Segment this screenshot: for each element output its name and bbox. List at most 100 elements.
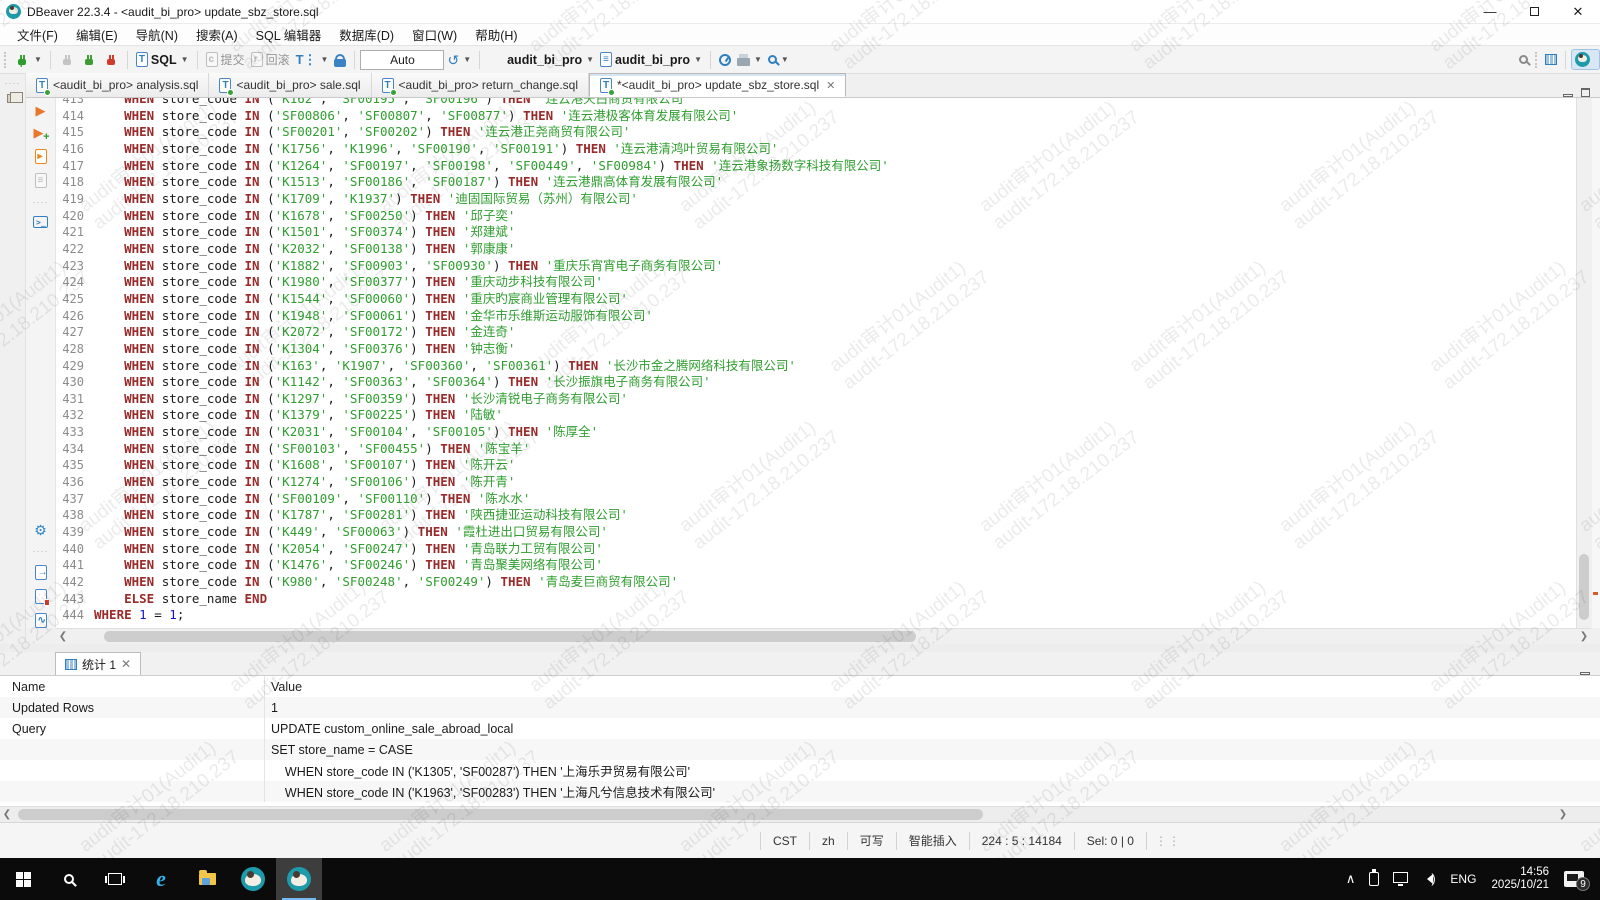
- code-line[interactable]: 425 WHEN store_code IN ('K1544', 'SF0006…: [56, 291, 1576, 308]
- dashboard-button[interactable]: [716, 52, 734, 68]
- code-line[interactable]: 422 WHEN store_code IN ('K2032', 'SF0013…: [56, 241, 1576, 258]
- code-line[interactable]: 440 WHEN store_code IN ('K2054', 'SF0024…: [56, 541, 1576, 558]
- open-perspective-button[interactable]: [1542, 52, 1560, 67]
- code-line[interactable]: 442 WHEN store_code IN ('K980', 'SF00248…: [56, 574, 1576, 591]
- volume-icon[interactable]: [1415, 858, 1443, 900]
- menu-item[interactable]: SQL 编辑器: [247, 24, 331, 45]
- code-line[interactable]: 421 WHEN store_code IN ('K1501', 'SF0037…: [56, 224, 1576, 241]
- code-line[interactable]: 437 WHEN store_code IN ('SF00109', 'SF00…: [56, 491, 1576, 508]
- menu-item[interactable]: 窗口(W): [403, 24, 466, 45]
- status-segment[interactable]: CST: [760, 832, 810, 850]
- status-segment[interactable]: Sel: 0 | 0: [1075, 832, 1147, 850]
- code-line[interactable]: 438 WHEN store_code IN ('K1787', 'SF0028…: [56, 507, 1576, 524]
- scroll-left-arrow[interactable]: ❮: [56, 630, 70, 644]
- table-row[interactable]: SET store_name = CASE: [0, 739, 1600, 760]
- unsaved-file-icon[interactable]: [35, 589, 47, 604]
- code-line[interactable]: 420 WHEN store_code IN ('K1678', 'SF0025…: [56, 208, 1576, 225]
- code-line[interactable]: 424 WHEN store_code IN ('K1980', 'SF0037…: [56, 274, 1576, 291]
- commit-button[interactable]: c提交: [203, 49, 248, 70]
- code-line[interactable]: 419 WHEN store_code IN ('K1709', 'K1937'…: [56, 191, 1576, 208]
- code-line[interactable]: 431 WHEN store_code IN ('K1297', 'SF0035…: [56, 391, 1576, 408]
- menu-item[interactable]: 文件(F): [8, 24, 67, 45]
- code-line[interactable]: 417 WHEN store_code IN ('K1264', 'SF0019…: [56, 158, 1576, 175]
- usb-icon[interactable]: [1362, 858, 1386, 900]
- code-line[interactable]: 426 WHEN store_code IN ('K1948', 'SF0006…: [56, 308, 1576, 325]
- code-line[interactable]: 444WHERE 1 = 1;: [56, 607, 1576, 624]
- database-select[interactable]: audit_bi_pro▼: [485, 50, 597, 70]
- code-line[interactable]: 423 WHEN store_code IN ('K1882', 'SF0090…: [56, 258, 1576, 275]
- transaction-log-button[interactable]: ↺▼: [444, 50, 474, 70]
- status-segment[interactable]: zh: [810, 832, 848, 850]
- new-connection-button[interactable]: ▼: [11, 50, 45, 70]
- minimize-button[interactable]: —: [1468, 0, 1512, 23]
- table-row[interactable]: WHEN store_code IN ('K1963', 'SF00283') …: [0, 781, 1600, 802]
- results-scroll-right-arrow[interactable]: ❯: [1556, 808, 1570, 822]
- table-row[interactable]: WHEN store_code IN ('K1305', 'SF00287') …: [0, 760, 1600, 781]
- table-row[interactable]: QueryUPDATE custom_online_sale_abroad_lo…: [0, 718, 1600, 739]
- stats-tab-close-icon[interactable]: ✕: [121, 657, 131, 671]
- export-button[interactable]: ▼: [734, 51, 765, 68]
- code-line[interactable]: 435 WHEN store_code IN ('K1608', 'SF0010…: [56, 457, 1576, 474]
- taskbar-search-icon[interactable]: [46, 858, 92, 900]
- menu-item[interactable]: 编辑(E): [67, 24, 127, 45]
- results-scroll-left-arrow[interactable]: ❮: [0, 808, 14, 822]
- maximize-editor-icon[interactable]: [1581, 88, 1590, 97]
- sql-console-icon[interactable]: >_: [33, 216, 48, 228]
- code-line[interactable]: 428 WHEN store_code IN ('K1304', 'SF0037…: [56, 341, 1576, 358]
- close-button[interactable]: ✕: [1556, 0, 1600, 23]
- restore-view-icon[interactable]: [7, 94, 18, 103]
- editor-tab[interactable]: T<audit_bi_pro> analysis.sql: [26, 73, 209, 97]
- dbeaver-taskbar-icon-active[interactable]: [276, 858, 322, 900]
- start-button[interactable]: [0, 858, 46, 900]
- code-line[interactable]: 432 WHEN store_code IN ('K1379', 'SF0022…: [56, 407, 1576, 424]
- code-line[interactable]: 434 WHEN store_code IN ('SF00103', 'SF00…: [56, 441, 1576, 458]
- explain-plan-icon[interactable]: ≡: [35, 173, 47, 188]
- code-line[interactable]: 413 WHEN store_code IN ('K162', 'SF00195…: [56, 98, 1576, 108]
- code-line[interactable]: 427 WHEN store_code IN ('K2072', 'SF0017…: [56, 324, 1576, 341]
- minimize-editor-icon[interactable]: [1563, 94, 1573, 97]
- notification-center-icon[interactable]: 9: [1557, 858, 1600, 900]
- network-icon[interactable]: [1386, 858, 1415, 900]
- transaction-mode-button[interactable]: T⋮▼: [293, 50, 332, 70]
- status-segment[interactable]: 可写: [848, 832, 897, 850]
- menu-item[interactable]: 搜索(A): [187, 24, 247, 45]
- statistics-file-icon[interactable]: ∿: [35, 613, 47, 628]
- search-menu-button[interactable]: ▼: [765, 53, 792, 66]
- status-segment[interactable]: 智能插入: [897, 832, 970, 850]
- editor-tab[interactable]: T*<audit_bi_pro> update_sbz_store.sql✕: [589, 73, 846, 97]
- task-view-icon[interactable]: [92, 858, 138, 900]
- export-result-icon[interactable]: →: [35, 565, 47, 580]
- code-line[interactable]: 418 WHEN store_code IN ('K1513', 'SF0018…: [56, 174, 1576, 191]
- editor-tab[interactable]: T<audit_bi_pro> return_change.sql: [372, 73, 589, 97]
- stats-tab[interactable]: 统计 1 ✕: [55, 652, 141, 675]
- panel-splitter[interactable]: ▲▼: [0, 644, 1600, 652]
- code-line[interactable]: 443 ELSE store_name END: [56, 591, 1576, 608]
- database-navigator-icon[interactable]: [5, 109, 21, 125]
- code-line[interactable]: 430 WHEN store_code IN ('K1142', 'SF0036…: [56, 374, 1576, 391]
- file-explorer-icon[interactable]: [184, 858, 230, 900]
- settings-gear-icon[interactable]: ⚙: [34, 523, 47, 537]
- schema-select[interactable]: ≡ audit_bi_pro▼: [597, 50, 705, 69]
- code-line[interactable]: 439 WHEN store_code IN ('K449', 'SF00063…: [56, 524, 1576, 541]
- tab-close-icon[interactable]: ✕: [826, 79, 835, 92]
- internet-explorer-icon[interactable]: e: [138, 858, 184, 900]
- editor-tab[interactable]: T<audit_bi_pro> sale.sql: [209, 73, 371, 97]
- execute-script-icon[interactable]: ▸: [35, 149, 47, 164]
- status-segment[interactable]: 224 : 5 : 14184: [970, 832, 1075, 850]
- transaction-lock-icon[interactable]: [331, 51, 349, 69]
- column-header-value[interactable]: Value: [265, 680, 1600, 694]
- rollback-button[interactable]: r回滚: [248, 49, 293, 70]
- input-language[interactable]: ENG: [1443, 858, 1483, 900]
- code-line[interactable]: 433 WHEN store_code IN ('K2031', 'SF0010…: [56, 424, 1576, 441]
- code-line[interactable]: 414 WHEN store_code IN ('SF00806', 'SF00…: [56, 108, 1576, 125]
- tray-expand-chevron-icon[interactable]: ∧: [1339, 858, 1363, 900]
- quick-search-icon[interactable]: [1516, 53, 1531, 66]
- menu-item[interactable]: 数据库(D): [330, 24, 403, 45]
- table-row[interactable]: Updated Rows1: [0, 697, 1600, 718]
- minimize-results-icon[interactable]: [1580, 672, 1590, 675]
- sql-editor-button[interactable]: T SQL▼: [133, 50, 192, 69]
- menu-item[interactable]: 帮助(H): [466, 24, 526, 45]
- disconnect-button[interactable]: [100, 50, 122, 70]
- column-header-name[interactable]: Name: [0, 676, 265, 697]
- code-line[interactable]: 429 WHEN store_code IN ('K163', 'K1907',…: [56, 358, 1576, 375]
